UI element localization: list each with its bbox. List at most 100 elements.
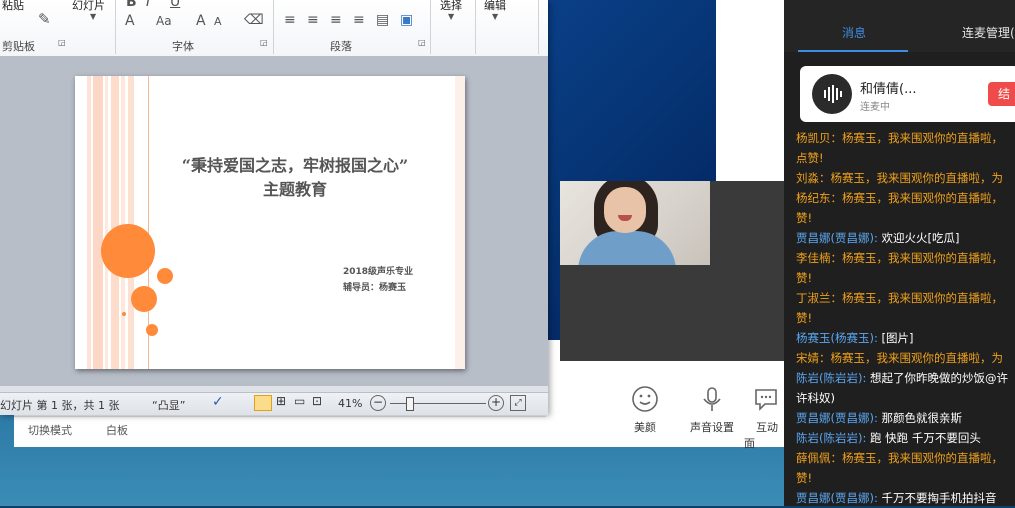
chat-message: 薛佩佩：杨赛玉，我来围观你的直播啦， xyxy=(796,448,1015,468)
mic-user-status: 连麦中 xyxy=(860,102,890,113)
zoom-in-icon[interactable]: + xyxy=(488,395,504,411)
chat-message-text: 杨赛玉，我来围观你的直播啦， xyxy=(842,191,1003,205)
slide-title-line1: “秉持爱国之志，牢树报国之心” xyxy=(181,156,409,175)
mic-user-card: 和倩倩(... 连麦中 结 xyxy=(800,66,1015,122)
shrink-font-icon[interactable]: A xyxy=(214,15,222,28)
avatar xyxy=(812,74,852,114)
underline-icon[interactable]: U xyxy=(170,0,180,10)
chat-message: 许科奴) xyxy=(796,388,1015,408)
chat-message-text: 点赞! xyxy=(796,151,824,165)
decor-circle xyxy=(131,286,157,312)
reading-view-icon[interactable]: ▭ xyxy=(294,394,305,408)
chat-message: 赞! xyxy=(796,308,1015,328)
decor-circle xyxy=(122,312,126,316)
slide[interactable]: “秉持爱国之志，牢树报国之心” 主题教育 2018级声乐专业 辅导员：杨赛玉 xyxy=(75,76,465,369)
slideshow-icon[interactable]: ⊡ xyxy=(312,394,322,408)
chat-message-text: 千万不要掏手机拍抖音 xyxy=(877,491,997,505)
microphone-icon xyxy=(703,387,721,411)
decor-circle-large xyxy=(101,224,155,278)
zoom-slider[interactable] xyxy=(390,403,486,404)
chat-message-sender[interactable]: 陈岩(陈岩岩): xyxy=(796,431,866,445)
chat-message: 贾昌娜(贾昌娜): 欢迎火火[吃瓜] xyxy=(796,228,1015,248)
chevron-down-icon[interactable]: ▼ xyxy=(492,12,498,21)
chat-message: 李佳楠：杨赛玉，我来围观你的直播啦， xyxy=(796,248,1015,268)
camera-feed xyxy=(560,181,710,265)
chat-message-sender[interactable]: 贾昌娜(贾昌娜): xyxy=(796,231,878,245)
spell-check-icon[interactable]: ✓ xyxy=(212,394,224,410)
chat-message: 赞! xyxy=(796,208,1015,228)
tab-messages[interactable]: 消息 xyxy=(842,24,866,41)
tab-mic-management[interactable]: 连麦管理( xyxy=(962,24,1015,41)
slide-sorter-icon[interactable]: ⊞ xyxy=(276,394,286,408)
font-group-label: 字体 xyxy=(172,40,194,53)
slide-subtitle: 2018级声乐专业 辅导员：杨赛玉 xyxy=(343,264,413,296)
switch-mode-button[interactable]: 切换模式 xyxy=(28,422,72,438)
chat-message-text: 杨赛玉，我来围观你的直播啦， xyxy=(842,291,1003,305)
beauty-button[interactable]: 美颜 xyxy=(615,385,675,435)
chevron-down-icon[interactable]: ▼ xyxy=(448,12,454,21)
chevron-down-icon[interactable]: ▼ xyxy=(90,12,96,21)
status-bar: 幻灯片 第 1 张，共 1 张 “凸显” ✓ ⊞ ▭ ⊡ 41% − + ⤢ xyxy=(0,392,548,415)
slide-info-line2: 辅导员：杨赛玉 xyxy=(343,283,407,293)
font-color-icon[interactable]: A xyxy=(125,13,135,29)
align-right-icon[interactable]: ≡ xyxy=(330,12,342,28)
chat-message: 陈岩(陈岩岩): 跑 快跑 千万不要回头 xyxy=(796,428,1015,448)
new-slide-button[interactable]: 幻灯片 xyxy=(72,0,105,13)
chat-message-text: 赞! xyxy=(796,471,813,485)
align-center-icon[interactable]: ≡ xyxy=(307,12,319,28)
chat-message-sender[interactable]: 薛佩佩： xyxy=(796,451,842,465)
chat-message: 宋婧：杨赛玉，我来围观你的直播啦，为 xyxy=(796,348,1015,368)
chat-message: 贾昌娜(贾昌娜): 那颜色就很亲斯 xyxy=(796,408,1015,428)
align-left-icon[interactable]: ≡ xyxy=(284,12,296,28)
chat-message-sender[interactable]: 贾昌娜(贾昌娜): xyxy=(796,491,878,505)
smartart-icon[interactable]: ▣ xyxy=(400,12,413,28)
italic-icon[interactable]: I xyxy=(146,0,150,10)
slide-title-line2: 主题教育 xyxy=(262,180,327,199)
change-case-icon[interactable]: Aa xyxy=(156,14,172,28)
chat-message-text: 那颜色就很亲斯 xyxy=(877,411,963,425)
chat-message-sender[interactable]: 贾昌娜(贾昌娜): xyxy=(796,411,878,425)
dialog-launcher-icon[interactable]: ◲ xyxy=(418,38,426,47)
clear-format-icon[interactable]: ⌫ xyxy=(244,12,264,28)
chat-message-text: 杨赛玉，我来围观你的直播啦， xyxy=(842,451,1003,465)
chat-message-text: 欢迎火火[吃瓜] xyxy=(877,231,960,245)
chat-tabs: 消息 连麦管理( xyxy=(784,0,1015,52)
chat-message-sender[interactable]: 杨凯贝： xyxy=(796,131,842,145)
dialog-launcher-icon[interactable]: ◲ xyxy=(260,38,268,47)
grow-font-icon[interactable]: A xyxy=(196,13,206,29)
beauty-label: 美颜 xyxy=(634,421,656,434)
chat-message-text: 跑 快跑 千万不要回头 xyxy=(866,431,981,445)
chat-message-sender[interactable]: 李佳楠： xyxy=(796,251,842,265)
chat-message-sender[interactable]: 宋婧： xyxy=(796,351,831,365)
chat-message-sender[interactable]: 刘淼： xyxy=(796,171,831,185)
fit-to-window-icon[interactable]: ⤢ xyxy=(510,395,526,411)
end-mic-button[interactable]: 结 xyxy=(988,82,1015,106)
chat-message-text: 杨赛玉，我来围观你的直播啦，为 xyxy=(830,351,1004,365)
chat-message-sender[interactable]: 陈岩(陈岩岩): xyxy=(796,371,866,385)
paragraph-group-label: 段落 xyxy=(330,40,352,53)
smile-icon xyxy=(632,386,658,412)
chat-bubble-icon xyxy=(755,389,777,411)
justify-icon[interactable]: ≡ xyxy=(353,12,365,28)
chat-message-sender[interactable]: 杨纪东： xyxy=(796,191,842,205)
bold-icon[interactable]: B xyxy=(126,0,137,10)
format-painter-icon[interactable]: ✎ xyxy=(38,10,51,28)
dialog-launcher-icon[interactable]: ◲ xyxy=(58,38,66,47)
paste-button[interactable]: 粘贴 xyxy=(2,0,24,13)
chat-message-text: [图片] xyxy=(877,331,914,345)
chat-panel: 消息 连麦管理( 和倩倩(... 连麦中 结 杨凯贝：杨赛玉，我来围观你的直播啦… xyxy=(784,0,1015,506)
zoom-out-icon[interactable]: − xyxy=(370,395,386,411)
zoom-slider-thumb[interactable] xyxy=(406,397,414,411)
chat-message-sender[interactable]: 杨赛玉(杨赛玉): xyxy=(796,331,878,345)
whiteboard-button[interactable]: 白板 xyxy=(106,422,128,438)
sound-settings-button[interactable]: 声音设置 xyxy=(682,385,742,435)
zoom-level[interactable]: 41% xyxy=(338,397,362,410)
chat-message: 杨凯贝：杨赛玉，我来围观你的直播啦， xyxy=(796,128,1015,148)
sound-settings-label: 声音设置 xyxy=(690,421,734,434)
interact-button[interactable]: 互动面 xyxy=(744,385,788,451)
columns-icon[interactable]: ▤ xyxy=(376,12,389,28)
audio-wave-icon xyxy=(824,85,842,103)
chat-message: 陈岩(陈岩岩): 想起了你昨晚做的炒饭@许 xyxy=(796,368,1015,388)
normal-view-icon[interactable] xyxy=(254,395,272,411)
chat-message-sender[interactable]: 丁淑兰： xyxy=(796,291,842,305)
